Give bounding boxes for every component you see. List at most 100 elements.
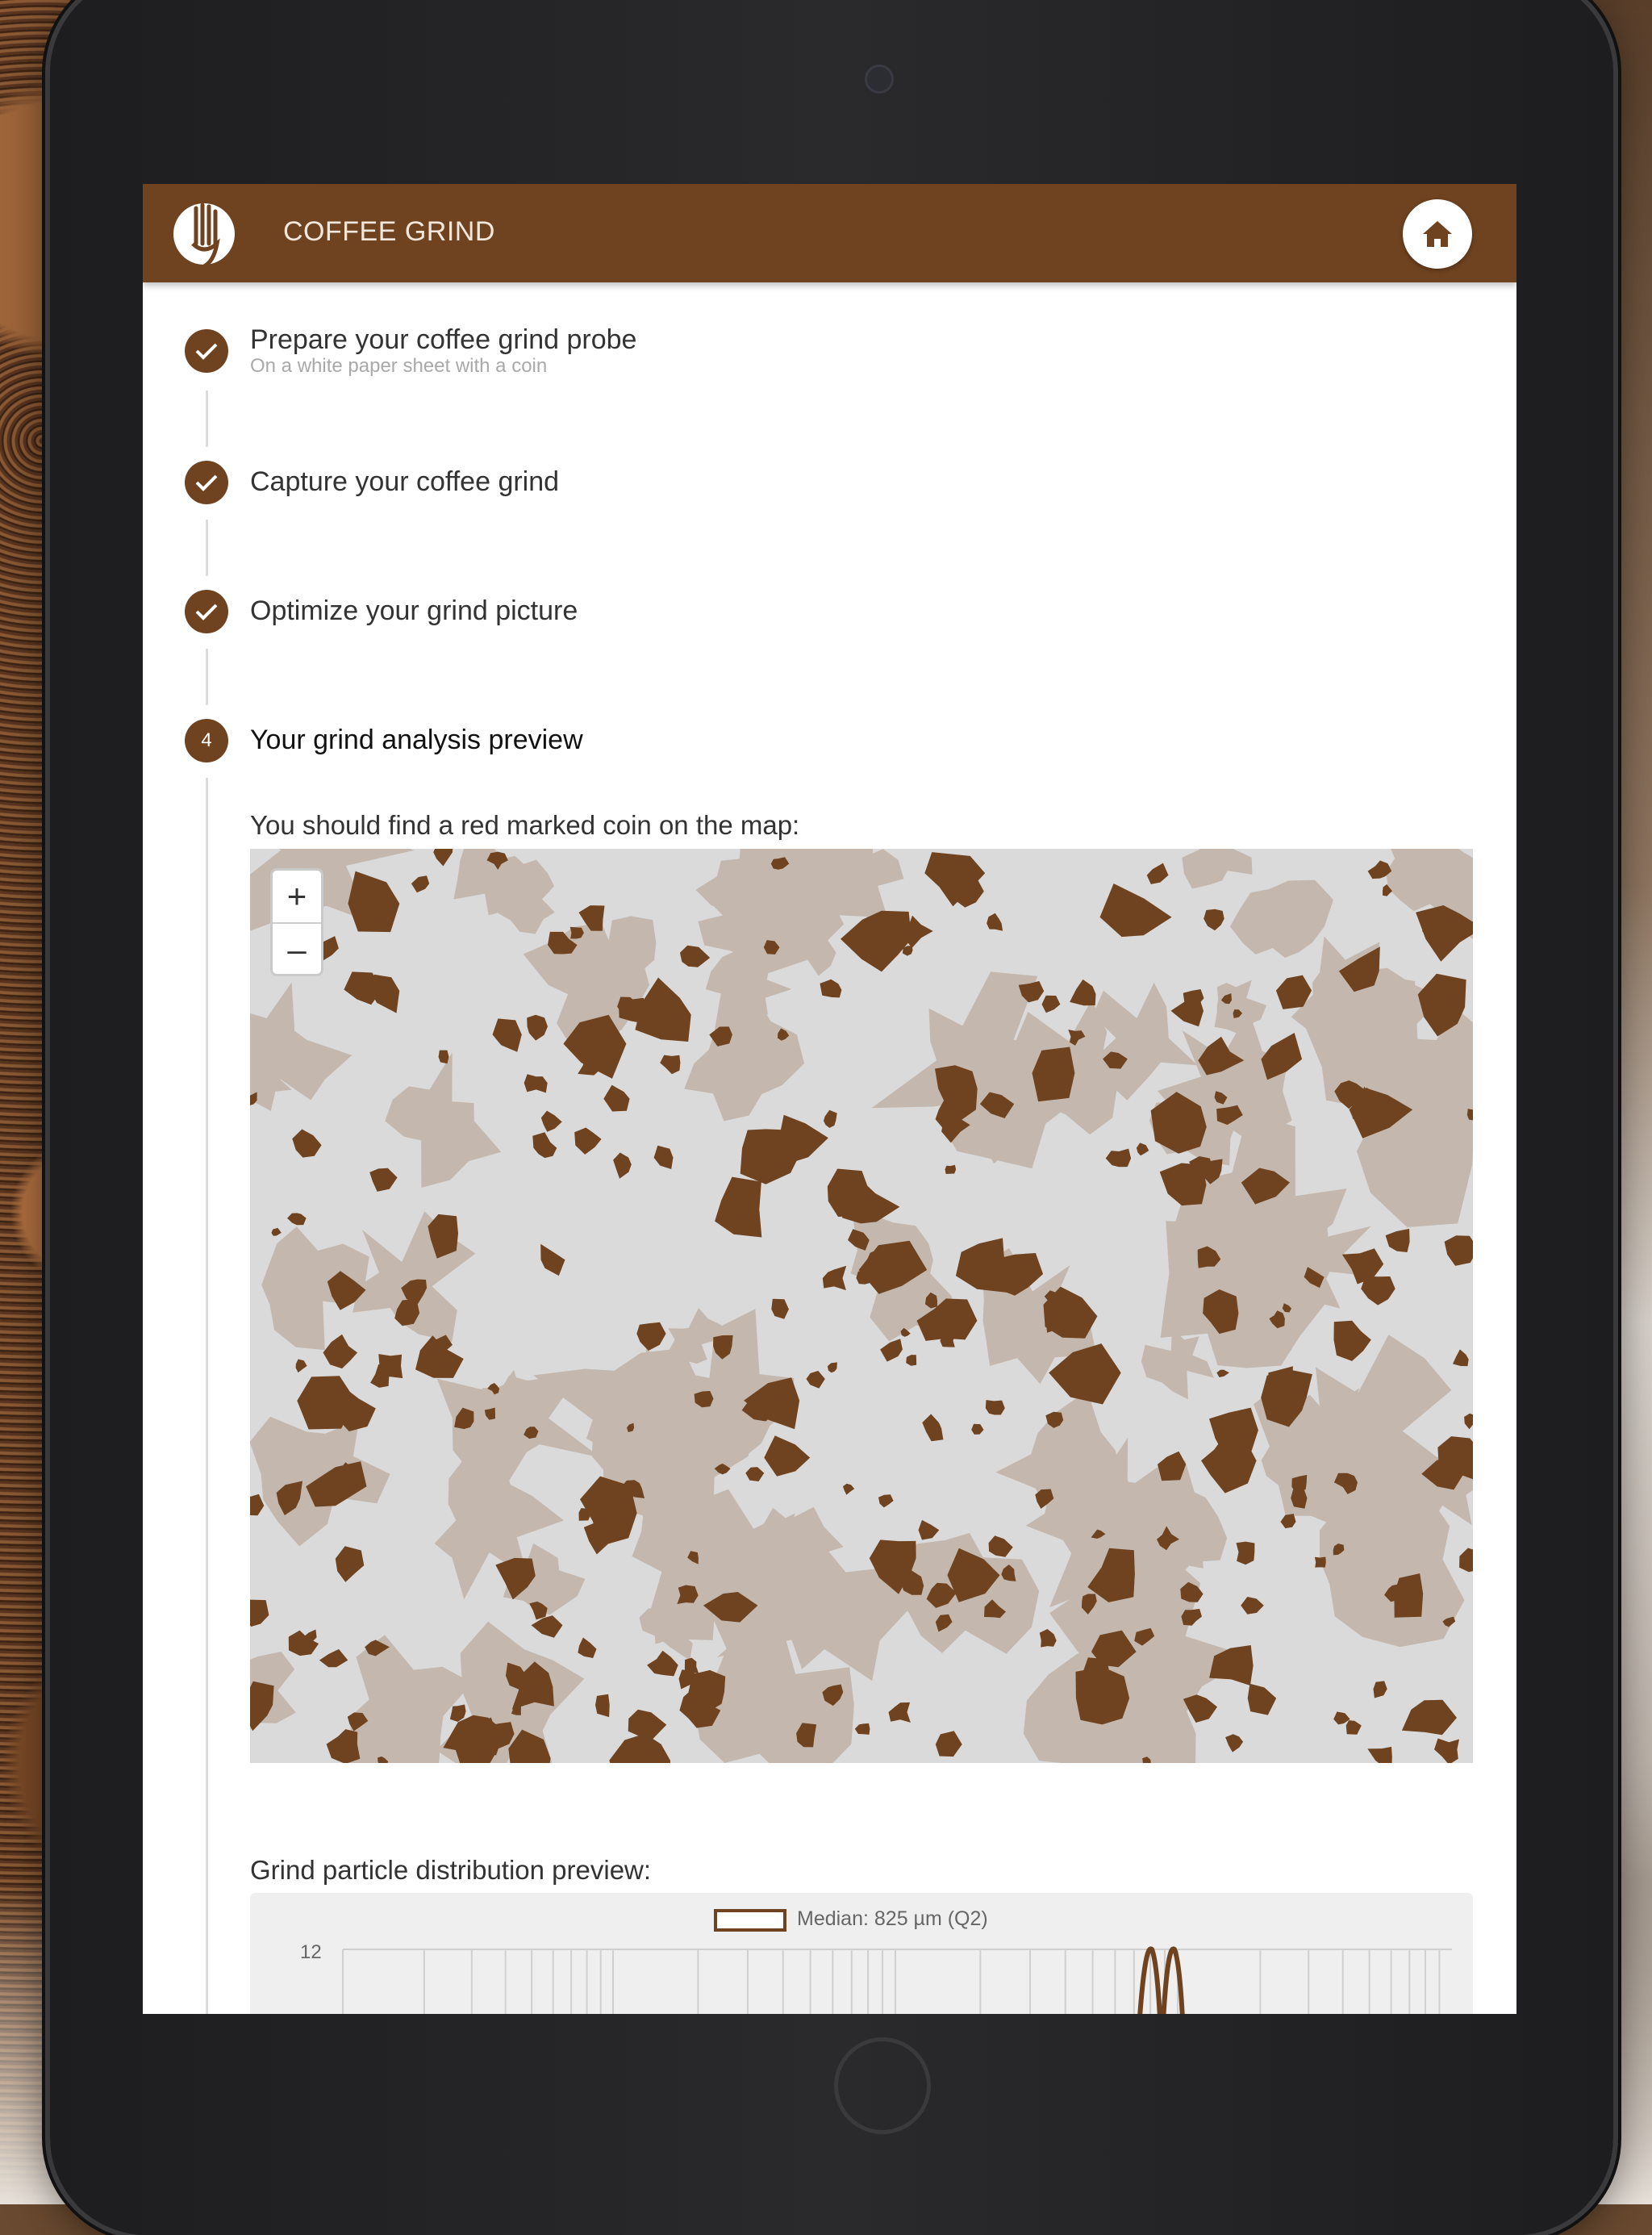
light-particle bbox=[250, 982, 353, 1101]
dark-particle bbox=[878, 1494, 894, 1508]
dark-particle bbox=[1261, 1033, 1303, 1080]
dark-particle bbox=[1444, 1235, 1473, 1266]
dark-particle bbox=[378, 1354, 403, 1379]
dark-particle bbox=[628, 1709, 667, 1740]
dark-particle bbox=[271, 1227, 282, 1236]
dark-particle bbox=[854, 1723, 870, 1735]
dark-particle bbox=[841, 910, 912, 972]
step-connector bbox=[206, 391, 208, 447]
dark-particle bbox=[771, 1298, 789, 1319]
dark-particle bbox=[1216, 1369, 1229, 1377]
dark-particle bbox=[985, 1400, 1005, 1415]
dark-particle bbox=[250, 1681, 274, 1732]
dark-particle bbox=[843, 1483, 855, 1495]
dark-particle bbox=[1105, 1148, 1132, 1168]
dark-particle bbox=[295, 1359, 307, 1373]
light-particle bbox=[1229, 879, 1333, 958]
distribution-chart: Median: 825 µm (Q2) 12 bbox=[250, 1893, 1473, 2014]
step-2-title[interactable]: Capture your coffee grind bbox=[250, 466, 559, 498]
dark-particle bbox=[1159, 1163, 1207, 1206]
app-title: COFFEE GRIND bbox=[283, 216, 495, 247]
dark-particle bbox=[988, 1535, 1013, 1557]
dark-particle bbox=[822, 1265, 847, 1291]
dark-particle bbox=[922, 1414, 944, 1442]
dark-particle bbox=[1333, 1320, 1371, 1361]
dark-particle bbox=[1247, 1683, 1277, 1715]
camera-icon bbox=[865, 65, 894, 94]
dark-particle bbox=[1367, 1746, 1392, 1763]
chart-plot bbox=[342, 1946, 1452, 2014]
dark-particle bbox=[987, 913, 1003, 931]
dark-particle bbox=[335, 1546, 365, 1582]
dark-particle bbox=[1039, 1629, 1057, 1648]
dark-particle bbox=[935, 1731, 962, 1757]
dark-particle bbox=[764, 1435, 811, 1477]
dark-particle bbox=[1401, 1699, 1457, 1736]
dark-particle bbox=[595, 1694, 610, 1718]
dark-particle bbox=[880, 1339, 903, 1362]
dark-particle bbox=[1041, 995, 1061, 1013]
particle-map-canvas bbox=[250, 849, 1473, 1763]
dark-particle bbox=[1361, 1276, 1395, 1305]
dark-particle bbox=[1459, 1548, 1473, 1573]
dark-particle bbox=[745, 1467, 765, 1481]
dark-particle bbox=[1181, 1608, 1202, 1626]
step-1-title[interactable]: Prepare your coffee grind probe bbox=[250, 324, 636, 356]
dark-particle bbox=[1280, 1514, 1296, 1529]
dark-particle bbox=[527, 1014, 548, 1041]
dark-particle bbox=[613, 1152, 632, 1179]
step-connector bbox=[206, 520, 208, 576]
dark-particle bbox=[1434, 1738, 1459, 1763]
dark-particle bbox=[609, 1733, 671, 1763]
hand-logo-icon bbox=[173, 203, 235, 269]
dark-particle bbox=[326, 1729, 361, 1763]
home-icon bbox=[1423, 221, 1452, 247]
dark-particle bbox=[1075, 1666, 1130, 1725]
light-particle bbox=[1141, 1328, 1214, 1400]
zoom-control: + – bbox=[270, 868, 323, 976]
particle-map[interactable]: + – bbox=[250, 849, 1473, 1763]
home-button[interactable] bbox=[1403, 199, 1472, 269]
dark-particle bbox=[250, 1599, 269, 1627]
dark-particle bbox=[348, 871, 400, 933]
chart-label: Grind particle distribution preview: bbox=[250, 1855, 652, 1885]
dark-particle bbox=[1236, 1541, 1255, 1565]
dark-particle bbox=[1241, 1597, 1264, 1615]
step-4-number: 4 bbox=[185, 719, 228, 762]
dark-particle bbox=[778, 1114, 828, 1166]
light-particle bbox=[385, 1052, 502, 1188]
dark-particle bbox=[1453, 1349, 1469, 1367]
dark-particle bbox=[918, 1519, 940, 1540]
dark-particle bbox=[888, 1702, 911, 1723]
dark-particle bbox=[1204, 909, 1224, 931]
dark-particle bbox=[1136, 1143, 1149, 1156]
zoom-in-button[interactable]: + bbox=[273, 871, 321, 922]
dark-particle bbox=[1345, 1720, 1362, 1735]
step-3-title[interactable]: Optimize your grind picture bbox=[250, 595, 578, 627]
step-4-title[interactable]: Your grind analysis preview bbox=[250, 725, 583, 756]
dark-particle bbox=[806, 1370, 825, 1389]
dark-particle bbox=[540, 1243, 565, 1276]
dark-particle bbox=[574, 1127, 602, 1155]
dark-particle bbox=[524, 1074, 548, 1093]
home-hardware-button[interactable] bbox=[834, 2037, 931, 2134]
light-particle bbox=[684, 992, 804, 1122]
app-bar: COFFEE GRIND bbox=[143, 184, 1516, 282]
map-instruction: You should find a red marked coin on the… bbox=[250, 810, 800, 840]
dark-particle bbox=[906, 1355, 917, 1366]
dark-particle bbox=[827, 1362, 837, 1373]
light-particle bbox=[1182, 849, 1253, 889]
step-connector bbox=[206, 778, 208, 2014]
dark-particle bbox=[1314, 1556, 1326, 1568]
dark-particle bbox=[492, 1018, 522, 1052]
dark-particle bbox=[540, 1110, 562, 1132]
dark-particle bbox=[411, 875, 430, 893]
dark-particle bbox=[1385, 1228, 1410, 1252]
dark-particle bbox=[1464, 1413, 1473, 1430]
zoom-out-button[interactable]: – bbox=[273, 924, 321, 975]
dark-particle bbox=[824, 1109, 837, 1128]
dark-particle bbox=[660, 1055, 681, 1075]
dark-particle bbox=[449, 1704, 466, 1722]
dark-particle bbox=[1225, 1734, 1244, 1752]
step-2-check-icon bbox=[185, 461, 228, 504]
